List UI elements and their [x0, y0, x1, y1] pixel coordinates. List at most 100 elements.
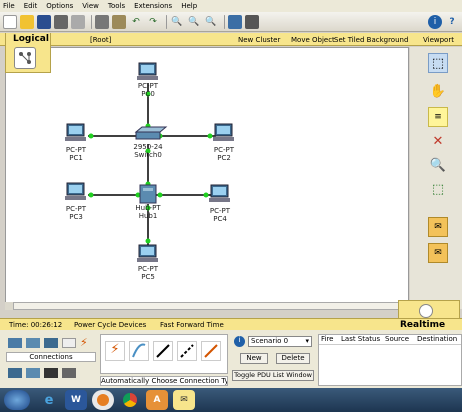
realtime-clock-icon[interactable]: [419, 304, 433, 318]
delete-scenario-button[interactable]: Delete: [276, 353, 310, 364]
wan-emulation-icon[interactable]: [26, 368, 40, 378]
topology-diagram: [65, 62, 234, 262]
logical-tab-label: Logical: [13, 34, 49, 44]
delete-tool-icon[interactable]: ✕: [428, 131, 448, 151]
logical-workspace-canvas[interactable]: PC-PT PC0 2950-24 Switch0 PC-PT PC1 PC-PT PC…: [5, 47, 409, 303]
undo-icon[interactable]: ↶: [129, 15, 143, 29]
device-subtype-icons: [6, 366, 96, 382]
internet-explorer-icon[interactable]: e: [38, 390, 60, 410]
wireless-category-icon[interactable]: [62, 338, 76, 348]
auto-connection-icon[interactable]: ⚡: [105, 341, 125, 361]
pc1-device-icon: [65, 123, 86, 141]
pdu-list-table: Fire Last Status Source Destination: [318, 334, 462, 386]
save-icon[interactable]: [37, 14, 51, 29]
hubs-category-icon[interactable]: [44, 338, 58, 348]
help-icon[interactable]: ?: [445, 15, 459, 29]
console-cable-icon[interactable]: [129, 341, 149, 361]
pdu-column-source[interactable]: Source: [385, 335, 417, 344]
menu-extensions[interactable]: Extensions: [134, 2, 172, 10]
media-player-icon[interactable]: [92, 390, 114, 410]
logical-tab[interactable]: Logical: [5, 33, 51, 73]
straight-through-cable-icon[interactable]: [153, 341, 173, 361]
time-bar: Time: 00:26:12 Power Cycle Devices Fast …: [0, 318, 462, 330]
pdu-column-last-status[interactable]: Last Status: [341, 335, 385, 344]
add-complex-pdu-icon[interactable]: ✉: [428, 243, 448, 263]
set-tiled-background-button[interactable]: Set Tiled Background: [334, 36, 408, 44]
hub1-label: Hub-PT Hub1: [135, 204, 161, 220]
pc5-device-icon: [137, 244, 158, 262]
power-cycle-devices-button[interactable]: Power Cycle Devices: [74, 321, 146, 329]
print-icon[interactable]: [54, 14, 68, 29]
pc2-label: PC-PT PC2: [213, 146, 235, 162]
menu-help[interactable]: Help: [181, 2, 197, 10]
select-tool-icon[interactable]: ⬚: [428, 53, 448, 73]
start-orb-icon[interactable]: [4, 390, 30, 410]
zoom-reset-icon[interactable]: 🔍: [187, 15, 201, 29]
crossover-cable-icon[interactable]: [177, 341, 197, 361]
horizontal-scrollbar[interactable]: [5, 302, 409, 310]
windows-taskbar: e W A ✉: [0, 388, 462, 412]
pc0-label: PC-PT PC0: [137, 82, 159, 98]
menu-options[interactable]: Options: [46, 2, 73, 10]
open-folder-icon[interactable]: [20, 14, 34, 29]
zoom-in-icon[interactable]: 🔍: [170, 15, 184, 29]
viewport-button[interactable]: Viewport: [423, 36, 454, 44]
redo-icon[interactable]: ↷: [146, 15, 160, 29]
horizontal-scroll-thumb[interactable]: [13, 302, 403, 310]
packet-tracer-icon[interactable]: ✉: [173, 390, 195, 410]
pdu-column-destination[interactable]: Destination: [417, 335, 461, 344]
main-toolbar: ↶ ↷ 🔍 🔍 🔍 i ?: [0, 12, 462, 32]
word-icon[interactable]: W: [65, 390, 87, 410]
move-object-button[interactable]: Move Object: [291, 36, 335, 44]
new-scenario-button[interactable]: New: [240, 353, 268, 364]
custom-devices-icon[interactable]: [44, 368, 58, 378]
menu-edit[interactable]: Edit: [24, 2, 38, 10]
scenario-panel: i Scenario 0 ▾ New Delete Toggle PDU List…: [232, 334, 316, 386]
connection-type-hint: Automatically Choose Connection Type: [100, 376, 228, 386]
realtime-mode-label: Realtime: [400, 319, 446, 330]
multiuser-icon[interactable]: [62, 368, 76, 378]
copy-icon[interactable]: [95, 14, 109, 29]
menu-file[interactable]: File: [3, 2, 15, 10]
connections-category-icon[interactable]: ⚡: [80, 336, 94, 350]
new-cluster-button[interactable]: New Cluster: [238, 36, 280, 44]
zoom-out-icon[interactable]: 🔍: [204, 15, 218, 29]
common-tools-panel: ⬚ ✋ ≡ ✕ 🔍 ⬚ ✉ ✉: [410, 47, 462, 309]
new-file-icon[interactable]: [3, 14, 17, 29]
chrome-icon[interactable]: [119, 390, 141, 410]
place-note-icon[interactable]: ≡: [428, 107, 448, 127]
pdu-column-fire[interactable]: Fire: [319, 335, 341, 344]
routers-category-icon[interactable]: [8, 338, 22, 348]
toggle-pdu-list-button[interactable]: Toggle PDU List Window: [232, 370, 314, 381]
custom-device-icon[interactable]: [245, 14, 259, 29]
inspect-magnifier-icon[interactable]: 🔍: [428, 155, 448, 175]
fiber-cable-icon[interactable]: [201, 341, 221, 361]
scenario-info-icon[interactable]: i: [234, 336, 245, 347]
hub1-device-icon: [139, 184, 157, 204]
menu-tools[interactable]: Tools: [108, 2, 125, 10]
menu-view[interactable]: View: [82, 2, 99, 10]
add-simple-pdu-icon[interactable]: ✉: [428, 217, 448, 237]
connection-types-panel: ⚡: [100, 334, 228, 374]
switches-category-icon[interactable]: [26, 338, 40, 348]
pdf-icon[interactable]: A: [146, 390, 168, 410]
drawing-palette-icon[interactable]: [228, 14, 242, 29]
scenario-select[interactable]: Scenario 0 ▾: [248, 336, 312, 347]
move-layout-hand-icon[interactable]: ✋: [428, 81, 448, 101]
resize-shape-icon[interactable]: ⬚: [428, 179, 448, 199]
root-breadcrumb[interactable]: [Root]: [90, 36, 111, 44]
chevron-down-icon[interactable]: ▾: [305, 337, 309, 345]
end-device-icon[interactable]: [8, 368, 22, 378]
activity-wizard-icon[interactable]: [71, 14, 85, 29]
scenario-value: Scenario 0: [251, 337, 289, 345]
pc4-device-icon: [209, 184, 230, 202]
pc3-device-icon: [65, 182, 86, 200]
paste-icon[interactable]: [112, 14, 126, 29]
fast-forward-time-button[interactable]: Fast Forward Time: [160, 321, 224, 329]
switch0-label: 2950-24 Switch0: [133, 143, 163, 159]
logical-topology-icon[interactable]: [14, 47, 36, 69]
pc1-label: PC-PT PC1: [65, 146, 87, 162]
info-icon[interactable]: i: [428, 14, 442, 29]
bottom-panel: ⚡ Connections ⚡ Automatically Choose Con…: [0, 330, 462, 388]
connections-label: Connections: [6, 352, 96, 362]
